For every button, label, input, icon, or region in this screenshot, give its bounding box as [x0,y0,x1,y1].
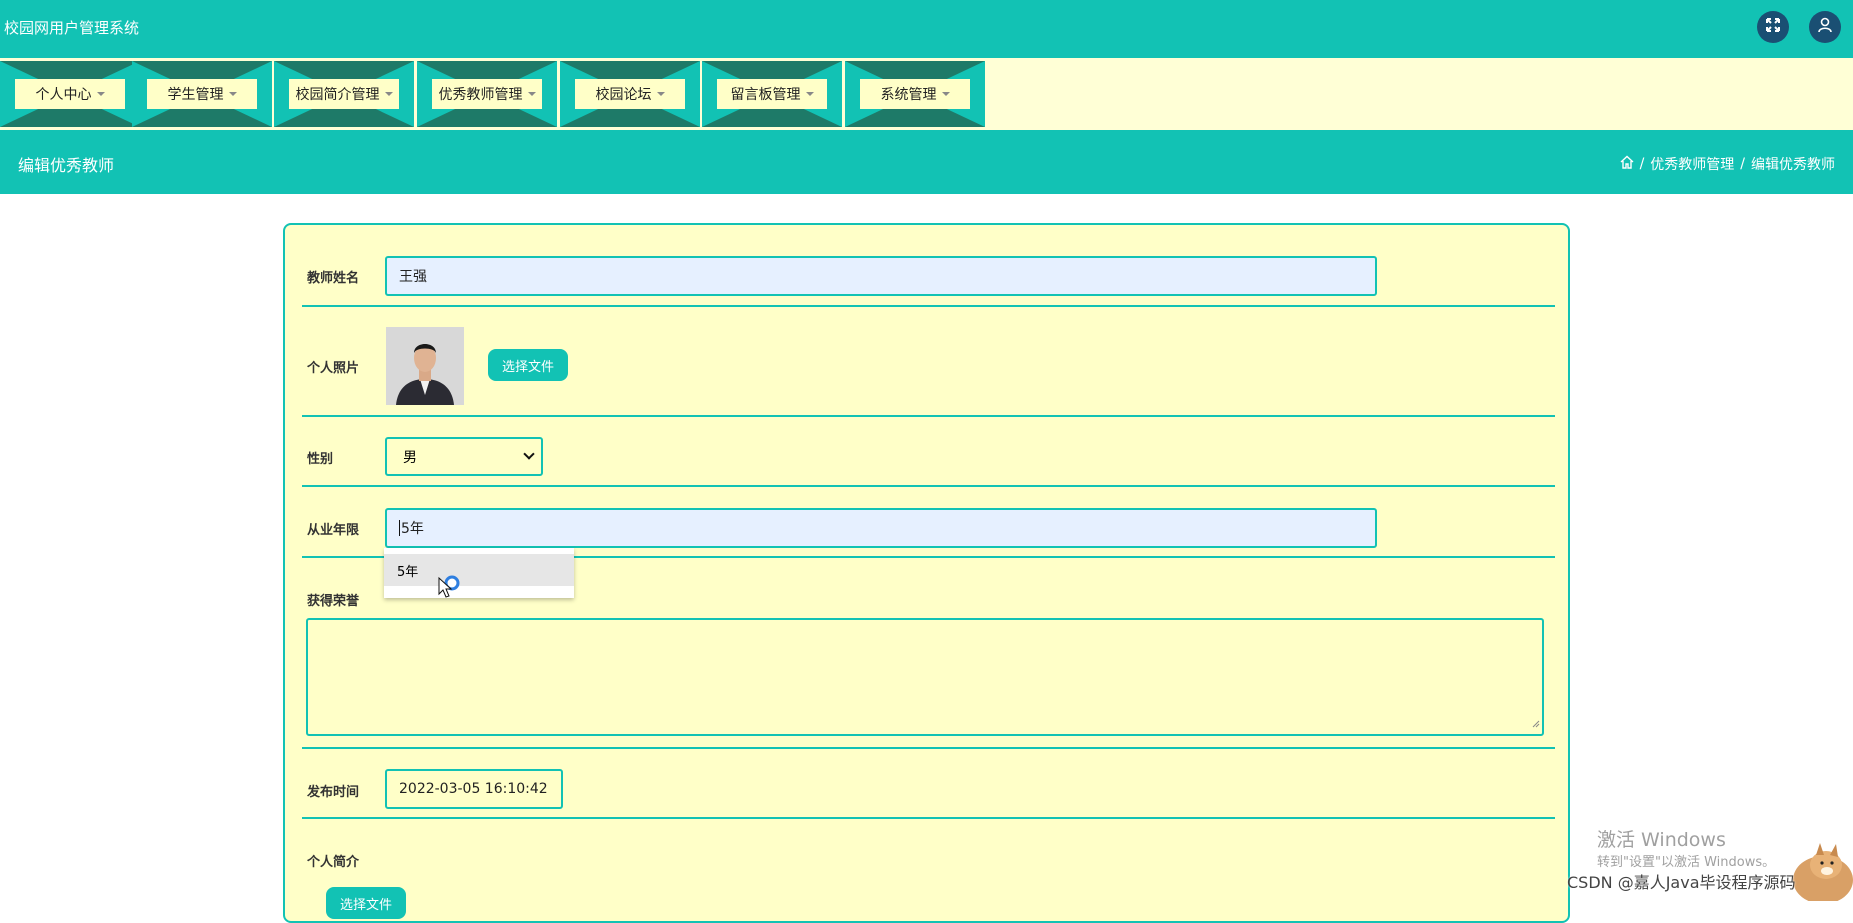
years-input[interactable]: 5年 [385,508,1377,548]
resize-handle-icon[interactable] [1532,713,1540,732]
nav-label: 校园简介管理 [295,87,380,103]
caret-down-icon [941,92,950,96]
caret-down-icon [527,92,536,96]
page-title: 编辑优秀教师 [18,156,115,175]
nav-label: 校园论坛 [595,87,652,103]
divider [302,485,1555,487]
nav-label: 学生管理 [167,87,224,103]
chevron-down-icon [523,448,535,460]
nav-item-campus-forum[interactable]: 校园论坛 [560,61,700,127]
caret-down-icon [656,92,665,96]
caret-down-icon [805,92,814,96]
nav-label: 优秀教师管理 [438,87,523,103]
breadcrumb-separator: / [1740,156,1745,172]
divider [302,415,1555,417]
windows-activation-title: 激活 Windows [1597,829,1726,851]
gender-label: 性别 [307,452,334,467]
honors-label: 获得荣誉 [307,594,360,609]
fullscreen-button[interactable] [1757,11,1789,43]
intro-upload-button[interactable]: 选择文件 [326,887,406,919]
mouse-pointer-icon [438,574,462,606]
breadcrumb: / 优秀教师管理 / 编辑优秀教师 [1620,154,1835,174]
user-icon [1817,17,1833,37]
nav-item-excellent-teachers[interactable]: 优秀教师管理 [417,61,557,127]
publish-time-input[interactable]: 2022-03-05 16:10:42 [385,769,563,809]
app-title: 校园网用户管理系统 [4,19,140,37]
nav-label: 留言板管理 [730,87,801,103]
publish-time-label: 发布时间 [307,785,360,800]
name-input[interactable]: 王强 [385,256,1377,296]
breadcrumb-separator: / [1639,156,1645,172]
csdn-watermark: CSDN @嘉人Java毕设程序源码 [1567,873,1796,892]
nav-item-message-board[interactable]: 留言板管理 [702,61,842,127]
page-header: 编辑优秀教师 / 优秀教师管理 / 编辑优秀教师 [0,130,1853,194]
nav-item-system-management[interactable]: 系统管理 [845,61,985,127]
caret-down-icon [384,92,393,96]
years-label: 从业年限 [307,523,360,538]
nav-item-personal-center[interactable]: 个人中心 [0,61,140,127]
gender-value: 男 [403,449,417,466]
intro-label: 个人简介 [307,855,360,870]
divider [302,305,1555,307]
main-nav: 个人中心 学生管理 校园简介管理 优秀教师管理 校园论坛 留言板管理 系统管理 [0,58,1853,130]
nav-item-student-management[interactable]: 学生管理 [132,61,272,127]
autocomplete-option[interactable]: 5年 [384,554,574,586]
choose-file-button[interactable]: 选择文件 [488,349,568,381]
nav-label: 个人中心 [35,87,92,103]
years-value: 5年 [401,521,424,537]
breadcrumb-item[interactable]: 优秀教师管理 [1650,154,1734,174]
caret-down-icon [96,92,105,96]
home-icon[interactable] [1620,155,1634,173]
years-autocomplete-dropdown: 5年 [384,548,574,598]
divider [302,747,1555,749]
breadcrumb-item: 编辑优秀教师 [1751,157,1835,173]
name-label: 教师姓名 [307,271,360,286]
divider [302,817,1555,819]
gender-select[interactable]: 男 [385,437,543,476]
expand-icon [1765,17,1781,37]
photo-label: 个人照片 [307,361,360,376]
top-bar: 校园网用户管理系统 [0,0,1853,58]
teacher-photo [386,327,464,405]
nav-item-campus-intro[interactable]: 校园简介管理 [274,61,414,127]
nav-label: 系统管理 [880,87,937,103]
text-cursor [399,520,400,536]
user-button[interactable] [1809,11,1841,43]
windows-activation-subtitle: 转到"设置"以激活 Windows。 [1597,855,1776,870]
caret-down-icon [228,92,237,96]
honors-textarea[interactable] [306,618,1544,736]
